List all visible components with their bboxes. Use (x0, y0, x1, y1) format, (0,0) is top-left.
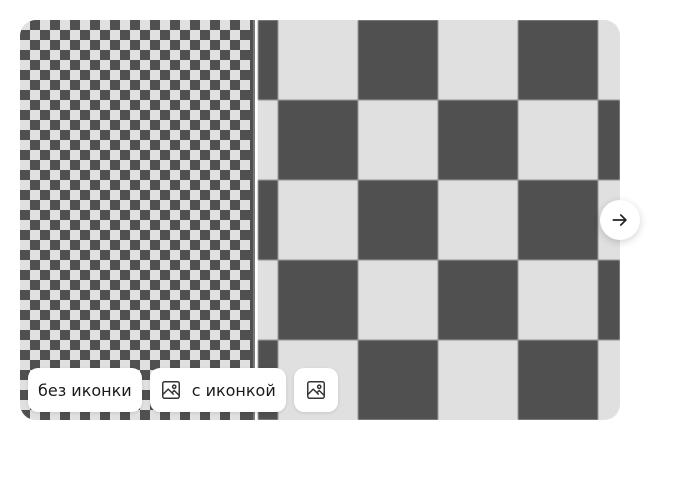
chip-row: без иконки с иконкой (28, 368, 338, 412)
arrow-right-icon (610, 210, 630, 230)
chip-without-icon[interactable]: без иконки (28, 368, 142, 412)
chip-label: с иконкой (191, 380, 276, 400)
checkerboard-image-small[interactable] (20, 20, 250, 420)
image-icon (160, 379, 182, 401)
image-icon (305, 379, 327, 401)
chip-with-icon[interactable]: с иконкой (149, 368, 286, 412)
next-slide-button[interactable] (600, 200, 640, 240)
chip-label: без иконки (38, 380, 132, 400)
image-gallery: без иконки с иконкой (20, 20, 620, 420)
chip-icon-only[interactable] (293, 368, 338, 412)
checkerboard-image-large[interactable] (258, 20, 620, 420)
slide-divider (250, 20, 258, 420)
